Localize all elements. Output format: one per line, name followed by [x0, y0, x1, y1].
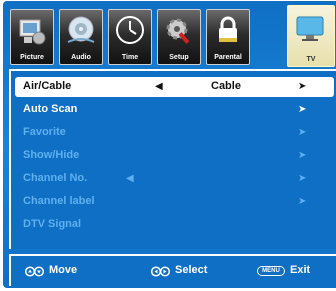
- menu-item-air-cable[interactable]: Air/Cable ◀ Cable ➤: [15, 77, 334, 97]
- menu-item-label: Air/Cable: [23, 80, 72, 92]
- tab-label: Audio: [71, 54, 91, 61]
- menu-item-auto-scan[interactable]: Auto Scan ➤: [19, 101, 334, 119]
- right-arrow-icon: ➤: [298, 196, 307, 207]
- tv-osd-menu: Picture Audio Time Setup Parental TV Air…: [3, 1, 336, 288]
- tab-setup[interactable]: Setup: [157, 9, 201, 65]
- menu-tab-bar: Picture Audio Time Setup Parental TV: [3, 1, 336, 67]
- updown-arrows-icon: [25, 266, 45, 277]
- right-arrow-icon: ➤: [298, 127, 307, 138]
- tab-picture[interactable]: Picture: [10, 9, 54, 65]
- right-arrow-icon[interactable]: ➤: [298, 81, 306, 92]
- tab-label: TV: [306, 56, 316, 63]
- audio-icon: [67, 16, 95, 43]
- tab-tv[interactable]: TV: [287, 5, 335, 67]
- tv-settings-panel: Air/Cable ◀ Cable ➤ Auto Scan ➤ Favorite…: [9, 69, 336, 249]
- tab-audio[interactable]: Audio: [59, 9, 103, 65]
- menu-item-label: Show/Hide: [23, 149, 80, 161]
- tab-time[interactable]: Time: [108, 9, 152, 65]
- left-arrow-icon[interactable]: ◀: [155, 81, 163, 92]
- hint-exit-label: Exit: [290, 264, 311, 276]
- tab-label: Parental: [214, 54, 242, 61]
- menu-item-channel-no[interactable]: Channel No. ◀ ➤: [19, 170, 334, 188]
- left-arrow-icon: ◀: [126, 173, 134, 184]
- tab-label: Time: [121, 54, 139, 61]
- lock-icon: [219, 16, 237, 42]
- menu-item-label: Channel No.: [23, 172, 88, 184]
- menu-item-label: Auto Scan: [23, 103, 78, 115]
- clock-icon: [116, 16, 144, 44]
- menu-item-favorite[interactable]: Favorite ➤: [19, 124, 334, 142]
- hint-select-label: Select: [175, 264, 208, 276]
- hint-move-label: Move: [49, 264, 78, 276]
- menu-item-channel-label[interactable]: Channel label ➤: [19, 193, 334, 211]
- picture-icon: [19, 19, 46, 45]
- right-arrow-icon: ➤: [298, 173, 307, 184]
- leftright-arrows-icon: [151, 266, 171, 277]
- menu-item-show-hide[interactable]: Show/Hide ➤: [19, 147, 334, 165]
- menu-item-label: Channel label: [23, 195, 95, 207]
- tab-parental[interactable]: Parental: [206, 9, 250, 65]
- air-cable-value: Cable: [211, 80, 241, 92]
- gear-icon: [166, 18, 190, 44]
- menu-item-label: DTV Signal: [23, 218, 82, 230]
- right-arrow-icon: ➤: [298, 104, 307, 115]
- menu-item-label: Favorite: [23, 126, 66, 138]
- right-arrow-icon: ➤: [298, 150, 307, 161]
- tv-icon: [296, 16, 324, 41]
- menu-button-icon: MENU: [257, 266, 285, 276]
- tab-label: Picture: [20, 54, 44, 61]
- tab-label: Setup: [169, 54, 189, 61]
- menu-item-dtv-signal[interactable]: DTV Signal: [19, 216, 334, 234]
- key-hint-bar: Move Select MENU Exit: [9, 254, 336, 286]
